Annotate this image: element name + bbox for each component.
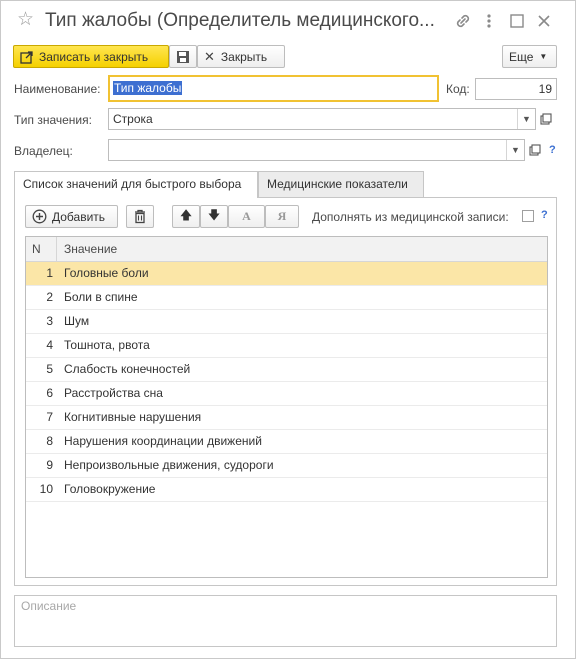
table-row[interactable]: 6 Расстройства сна xyxy=(26,382,547,406)
row-value: Когнитивные нарушения xyxy=(64,410,202,424)
column-header-value[interactable]: Значение xyxy=(58,237,117,262)
close-icon[interactable] xyxy=(534,11,554,31)
row-value: Непроизвольные движения, судороги xyxy=(64,458,274,472)
row-number: 1 xyxy=(46,266,53,280)
title-bar: ☆ Тип жалобы (Определитель медицинского.… xyxy=(1,1,575,41)
row-number: 8 xyxy=(46,434,53,448)
more-button[interactable]: Еще ▼ xyxy=(502,45,557,68)
arrow-up-icon: 🡅 xyxy=(179,208,193,222)
table-row[interactable]: 8 Нарушения координации движений xyxy=(26,430,547,454)
row-value: Головные боли xyxy=(64,266,149,280)
table-header: N Значение xyxy=(26,237,547,262)
more-vertical-icon[interactable] xyxy=(479,11,499,31)
row-value: Слабость конечностей xyxy=(64,362,191,376)
row-value: Расстройства сна xyxy=(64,386,163,400)
tab-quick-select-list[interactable]: Список значений для быстрого выбора xyxy=(14,171,258,198)
value-type-value: Строка xyxy=(113,112,153,126)
form-window: ☆ Тип жалобы (Определитель медицинского.… xyxy=(0,0,576,659)
window-title: Тип жалобы (Определитель медицинского... xyxy=(45,10,435,31)
column-header-n[interactable]: N xyxy=(26,237,57,262)
save-button[interactable] xyxy=(169,45,197,68)
format-ya-button[interactable]: Я xyxy=(265,205,299,228)
format-a-glyph: A xyxy=(242,209,251,223)
table-row[interactable]: 10 Головокружение xyxy=(26,478,547,502)
table-row[interactable]: 1 Головные боли xyxy=(26,262,547,286)
star-icon[interactable]: ☆ xyxy=(17,10,34,30)
move-up-button[interactable]: 🡅 xyxy=(172,205,200,228)
close-button[interactable]: ✕ Закрыть xyxy=(197,45,285,68)
code-label: Код: xyxy=(446,82,470,96)
link-icon[interactable] xyxy=(453,11,473,31)
save-and-close-button[interactable]: Записать и закрыть xyxy=(13,45,169,68)
owner-select[interactable]: ▼ xyxy=(108,139,525,161)
maximize-icon[interactable] xyxy=(507,11,527,31)
table-row[interactable]: 7 Когнитивные нарушения xyxy=(26,406,547,430)
add-button[interactable]: Добавить xyxy=(25,205,118,228)
row-number: 9 xyxy=(46,458,53,472)
table-row[interactable]: 2 Боли в спине xyxy=(26,286,547,310)
row-number: 5 xyxy=(46,362,53,376)
row-value: Головокружение xyxy=(64,482,156,496)
row-number: 3 xyxy=(46,314,53,328)
close-x-icon: ✕ xyxy=(204,48,215,64)
format-ya-glyph: Я xyxy=(277,209,287,223)
value-type-select[interactable]: Строка ▼ xyxy=(108,108,536,130)
table-row[interactable]: 5 Слабость конечностей xyxy=(26,358,547,382)
row-number: 6 xyxy=(46,386,53,400)
value-type-label: Тип значения: xyxy=(14,113,92,127)
row-number: 10 xyxy=(39,482,53,496)
table-row[interactable]: 9 Непроизвольные движения, судороги xyxy=(26,454,547,478)
move-down-button[interactable]: 🡇 xyxy=(200,205,228,228)
chevron-down-icon: ▼ xyxy=(539,52,548,61)
row-value: Боли в спине xyxy=(64,290,138,304)
open-icon[interactable] xyxy=(537,108,555,130)
description-placeholder: Описание xyxy=(21,599,77,613)
supplement-label: Дополнять из медицинской записи: xyxy=(312,210,509,224)
dropdown-icon[interactable]: ▼ xyxy=(517,109,535,129)
table-body: 1 Головные боли 2 Боли в спине 3 Шум 4 Тошнота,… xyxy=(26,262,547,502)
save-icon xyxy=(176,50,190,64)
save-close-icon xyxy=(20,50,34,64)
trash-icon xyxy=(133,209,147,224)
row-number: 4 xyxy=(46,338,53,352)
owner-label: Владелец: xyxy=(14,144,73,158)
values-table: N Значение 1 Головные боли 2 Боли в спине 3 Ш… xyxy=(25,236,548,578)
delete-button[interactable] xyxy=(126,205,154,228)
row-value: Шум xyxy=(64,314,90,328)
close-label: Закрыть xyxy=(220,49,268,64)
tab-panel: Добавить 🡅 🡇 A Я Дополнять из медицинско… xyxy=(14,197,557,586)
arrow-down-icon: 🡇 xyxy=(207,208,221,222)
name-value: Тип жалобы xyxy=(113,81,183,95)
format-a-button[interactable]: A xyxy=(228,205,265,228)
add-label: Добавить xyxy=(52,209,106,224)
name-input[interactable]: Тип жалобы xyxy=(108,75,439,102)
owner-help-icon[interactable]: ? xyxy=(549,144,556,156)
open-icon[interactable] xyxy=(526,139,544,161)
row-number: 7 xyxy=(46,410,53,424)
table-row[interactable]: 4 Тошнота, рвота xyxy=(26,334,547,358)
plus-circle-icon xyxy=(32,209,47,224)
row-number: 2 xyxy=(46,290,53,304)
name-label: Наименование: xyxy=(14,82,101,96)
tab-medical-indicators[interactable]: Медицинские показатели xyxy=(258,171,424,197)
dropdown-icon[interactable]: ▼ xyxy=(506,140,524,160)
more-label: Еще xyxy=(509,49,534,64)
save-and-close-label: Записать и закрыть xyxy=(39,49,149,64)
supplement-help-icon[interactable]: ? xyxy=(541,209,548,221)
table-row[interactable]: 3 Шум xyxy=(26,310,547,334)
description-field[interactable]: Описание xyxy=(14,595,557,647)
row-value: Нарушения координации движений xyxy=(64,434,262,448)
row-value: Тошнота, рвота xyxy=(64,338,150,352)
supplement-checkbox[interactable] xyxy=(522,210,534,222)
code-input[interactable]: 19 xyxy=(475,78,557,100)
